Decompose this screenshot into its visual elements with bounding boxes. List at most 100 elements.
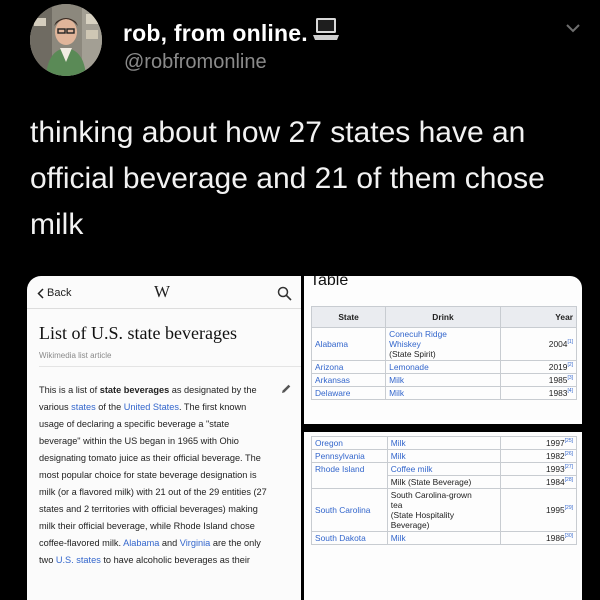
column-header[interactable]: State	[310, 306, 387, 328]
state-cell[interactable]: Arizona	[310, 360, 387, 374]
year-cell: 1995[29]	[500, 488, 577, 532]
state-cell[interactable]: Rhode Island	[311, 462, 388, 489]
laptop-icon	[313, 18, 339, 40]
year-value: 1995	[546, 505, 565, 515]
reference-link[interactable]: [1]	[567, 339, 573, 345]
tweet-text: thinking about how 27 states have an off…	[30, 116, 545, 241]
body-text: This is a list of	[39, 385, 100, 395]
reference-link[interactable]: [25]	[565, 438, 573, 444]
table-row: Alabama Conecuh Ridge Whiskey (State Spi…	[310, 327, 578, 361]
page-title: List of U.S. state beverages	[39, 323, 237, 343]
display-name[interactable]: rob, from online.	[123, 20, 308, 47]
reference-link[interactable]: [29]	[565, 505, 573, 511]
chevron-down-icon[interactable]	[565, 22, 581, 34]
state-cell[interactable]: South Carolina	[311, 488, 388, 532]
drink-cell: Milk (State Beverage)	[386, 475, 502, 489]
divider	[39, 366, 301, 367]
year-value: 2019	[548, 362, 568, 372]
page-subtitle: Wikimedia list article	[39, 351, 112, 360]
drink-line: (State Hospitality	[390, 510, 455, 520]
drink-line: Beverage)	[390, 520, 430, 530]
reference-link[interactable]: [26]	[565, 451, 573, 457]
table-heading: Table	[310, 276, 349, 289]
table-row: Rhode Island Coffee milk 1993[27]	[311, 462, 577, 489]
state-cell[interactable]: Alabama	[310, 327, 387, 361]
drink-cell[interactable]: Coffee milk	[386, 462, 502, 476]
body-text: of the	[95, 402, 124, 412]
link-united-states[interactable]: United States	[124, 402, 179, 412]
year-cell: 1986[30]	[500, 531, 577, 545]
table-row: South Dakota Milk 1986[30]	[311, 531, 577, 545]
state-cell[interactable]: Pennsylvania	[311, 449, 388, 463]
year-cell: 2019[2]	[499, 360, 578, 374]
drink-cell[interactable]: Lemonade	[385, 360, 501, 374]
drink-cell[interactable]: Milk	[386, 436, 502, 450]
table-screenshot: Table State Drink Year Alabama Conecuh R…	[304, 276, 582, 600]
back-button[interactable]: Back	[37, 287, 71, 299]
drink-line[interactable]: Whiskey	[389, 339, 497, 349]
avatar-photo	[30, 4, 102, 76]
beverage-table-bottom: Oregon Milk 1997[25] Pennsylvania Milk 1…	[311, 436, 577, 545]
column-header[interactable]: Drink	[385, 306, 501, 328]
drink-cell[interactable]: Milk	[385, 386, 501, 400]
table-row: Pennsylvania Milk 1982[26]	[311, 449, 577, 463]
chevron-left-icon	[37, 287, 44, 299]
drink-line: (State Spirit)	[389, 349, 436, 359]
body-bold: state beverages	[99, 385, 170, 395]
back-label: Back	[47, 287, 72, 299]
link-alabama[interactable]: Alabama	[123, 538, 159, 548]
drink-line: South Carolina-grown	[390, 490, 472, 500]
wikipedia-logo[interactable]: W	[154, 282, 170, 302]
year-value: 2004	[548, 339, 568, 349]
table-row: Oregon Milk 1997[25]	[311, 436, 577, 450]
body-text: . The first known usage of declaring a s…	[39, 402, 267, 548]
link-virginia[interactable]: Virginia	[180, 538, 210, 548]
drink-cell[interactable]: Milk	[385, 373, 501, 387]
year-cell: 1984[28]	[500, 475, 577, 489]
state-cell[interactable]: South Dakota	[311, 531, 388, 545]
drink-line[interactable]: Conecuh Ridge	[389, 329, 497, 339]
search-icon[interactable]	[277, 286, 292, 301]
table-row: South Carolina South Carolina-grown tea …	[311, 488, 577, 532]
link-us-states[interactable]: U.S. states	[56, 555, 101, 565]
table-row: Arkansas Milk 1985[3]	[310, 373, 578, 387]
reference-link[interactable]: [3]	[567, 375, 573, 381]
reference-link[interactable]: [28]	[565, 477, 573, 483]
reference-link[interactable]: [4]	[567, 388, 573, 394]
user-handle[interactable]: @robfromonline	[124, 51, 267, 74]
beverage-table-top: State Drink Year Alabama Conecuh Ridge W…	[310, 306, 578, 400]
reference-link[interactable]: [27]	[565, 464, 573, 470]
body-text: to have alcoholic beverages as their	[100, 555, 250, 565]
wiki-top-bar: Back W	[27, 276, 301, 310]
drink-cell: Conecuh Ridge Whiskey (State Spirit)	[385, 327, 501, 361]
drink-cell[interactable]: Milk	[386, 449, 502, 463]
table-row: Delaware Milk 1983[4]	[310, 386, 578, 400]
year-value: 1993	[546, 464, 565, 474]
avatar[interactable]	[30, 4, 102, 76]
year-cell: 2004[1]	[499, 327, 578, 361]
reference-link[interactable]: [30]	[565, 533, 573, 539]
wiki-screenshot: Back W List of U.S. state beverages Wiki…	[27, 276, 301, 600]
year-value: 1986	[546, 533, 565, 543]
year-cell: 1993[27]	[500, 462, 577, 476]
state-cell[interactable]: Arkansas	[310, 373, 387, 387]
divider	[27, 308, 301, 309]
year-value: 1997	[546, 438, 565, 448]
state-cell[interactable]: Delaware	[310, 386, 387, 400]
article-intro: This is a list of state beverages as des…	[39, 382, 271, 569]
column-header[interactable]: Year	[499, 306, 578, 328]
link-states[interactable]: states	[71, 402, 96, 412]
reference-link[interactable]: [2]	[567, 362, 573, 368]
year-value: 1984	[546, 477, 565, 487]
drink-cell[interactable]: Milk	[386, 531, 502, 545]
screenshot-separator	[304, 424, 582, 432]
year-value: 1982	[546, 451, 565, 461]
drink-line: tea	[390, 500, 403, 510]
year-cell: 1997[25]	[500, 436, 577, 450]
year-value: 1983	[548, 388, 568, 398]
year-cell: 1985[3]	[499, 373, 578, 387]
year-cell: 1983[4]	[499, 386, 578, 400]
pencil-icon[interactable]	[280, 383, 292, 395]
year-cell: 1982[26]	[500, 449, 577, 463]
state-cell[interactable]: Oregon	[311, 436, 388, 450]
